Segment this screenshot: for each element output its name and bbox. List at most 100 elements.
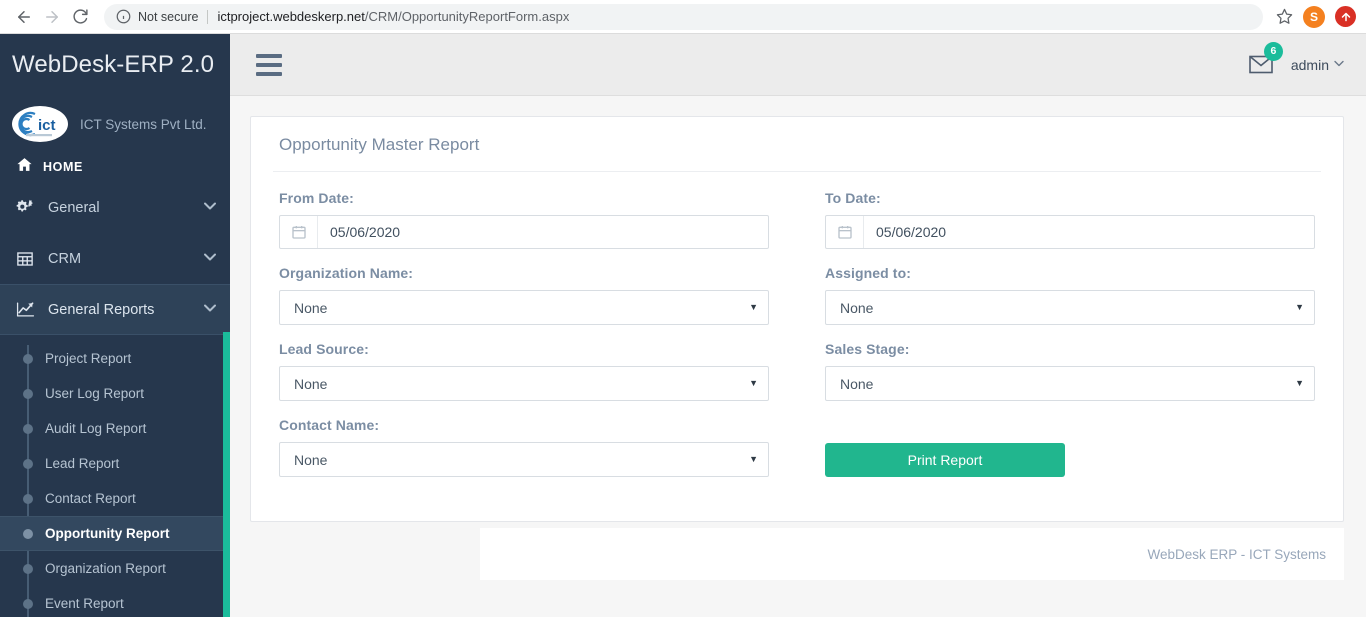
sidebar-submenu: Project Report User Log Report Audit Log… — [0, 335, 230, 617]
topbar-right-group: 6 admin — [1249, 41, 1344, 79]
sidebar-item-general[interactable]: General — [0, 182, 230, 233]
print-report-button[interactable]: Print Report — [825, 443, 1065, 477]
bullet-icon — [23, 423, 33, 434]
to-date-input[interactable] — [864, 216, 1314, 248]
sidebar-item-user-log-report[interactable]: User Log Report — [0, 376, 230, 411]
from-date-input[interactable] — [318, 216, 768, 248]
sidebar-item-contact-report[interactable]: Contact Report — [0, 481, 230, 516]
sales-stage-value: None — [840, 375, 874, 392]
user-menu[interactable]: admin — [1291, 57, 1344, 73]
submenu-label: Audit Log Report — [45, 421, 147, 436]
assigned-to-select[interactable]: None ▼ — [825, 290, 1315, 325]
sidebar-home-label: HOME — [43, 160, 83, 174]
messages-button[interactable]: 6 — [1249, 41, 1283, 79]
chevron-down-icon — [1334, 59, 1344, 70]
bullet-icon — [23, 528, 33, 539]
upload-arrow-icon[interactable] — [1335, 6, 1356, 27]
assigned-to-label: Assigned to: — [825, 265, 911, 281]
footer-text: WebDesk ERP - ICT Systems — [1147, 546, 1326, 562]
browser-toolbar: Not secure ictproject.webdeskerp.net/CRM… — [0, 0, 1366, 34]
organization-name-label: Organization Name: — [279, 265, 414, 281]
topbar: 6 admin — [230, 34, 1366, 96]
chevron-down-icon — [204, 253, 216, 264]
field-to-date: To Date: — [797, 190, 1315, 249]
sidebar-item-opportunity-report[interactable]: Opportunity Report — [0, 516, 230, 551]
company-block: ict ICT Systems Pvt Ltd. — [0, 96, 230, 152]
contact-name-select[interactable]: None ▼ — [279, 442, 769, 477]
bullet-icon — [23, 563, 33, 574]
svg-text:ict: ict — [38, 117, 56, 134]
line-chart-icon — [16, 300, 38, 319]
back-icon[interactable] — [10, 3, 38, 31]
hamburger-icon[interactable] — [256, 53, 282, 76]
report-filter-form: From Date: To Date: — [251, 172, 1343, 493]
submenu-label: Event Report — [45, 596, 124, 611]
field-assigned-to: Assigned to: None ▼ — [797, 265, 1315, 325]
calendar-icon[interactable] — [826, 216, 864, 248]
sidebar-item-lead-report[interactable]: Lead Report — [0, 446, 230, 481]
sidebar-general-label: General — [48, 199, 100, 216]
url-path: /CRM/OpportunityReportForm.aspx — [364, 9, 570, 24]
submenu-label: Contact Report — [45, 491, 136, 506]
sidebar-item-event-report[interactable]: Event Report — [0, 586, 230, 617]
calendar-icon[interactable] — [280, 216, 318, 248]
messages-count-badge: 6 — [1263, 41, 1283, 61]
application-window: WebDesk-ERP 2.0 ict ICT Systems Pvt Ltd. — [0, 34, 1366, 617]
table-grid-icon — [16, 250, 38, 268]
chevron-down-icon: ▼ — [1295, 302, 1304, 312]
sidebar-item-organization-report[interactable]: Organization Report — [0, 551, 230, 586]
brand-title: WebDesk-ERP 2.0 — [12, 51, 215, 78]
sidebar-accent-rail — [223, 332, 230, 617]
bullet-icon — [23, 353, 33, 364]
chevron-down-icon — [204, 304, 216, 315]
sales-stage-select[interactable]: None ▼ — [825, 366, 1315, 401]
contact-name-value: None — [294, 451, 328, 468]
hamburger-bar — [256, 53, 282, 58]
field-print-action: Print Report — [797, 417, 1315, 477]
lead-source-value: None — [294, 375, 328, 392]
home-icon — [16, 156, 33, 178]
contact-name-label: Contact Name: — [279, 417, 380, 433]
sidebar-item-crm[interactable]: CRM — [0, 233, 230, 284]
assigned-to-value: None — [840, 299, 874, 316]
sidebar-item-project-report[interactable]: Project Report — [0, 341, 230, 376]
profile-avatar[interactable]: S — [1303, 5, 1325, 28]
bullet-icon — [23, 493, 33, 504]
sidebar-item-audit-log-report[interactable]: Audit Log Report — [0, 411, 230, 446]
field-sales-stage: Sales Stage: None ▼ — [797, 341, 1315, 401]
sidebar-item-home[interactable]: HOME — [0, 152, 230, 182]
url-text: ictproject.webdeskerp.net/CRM/Opportunit… — [208, 9, 569, 24]
star-icon[interactable] — [1271, 4, 1297, 30]
hamburger-bar — [256, 71, 282, 76]
security-status-label: Not secure — [138, 9, 209, 24]
to-date-label: To Date: — [825, 190, 881, 206]
to-date-input-group[interactable] — [825, 215, 1315, 249]
organization-name-value: None — [294, 299, 328, 316]
submenu-label: Organization Report — [45, 561, 166, 576]
field-organization-name: Organization Name: None ▼ — [279, 265, 797, 325]
field-from-date: From Date: — [279, 190, 797, 249]
from-date-input-group[interactable] — [279, 215, 769, 249]
chevron-down-icon: ▼ — [749, 454, 758, 464]
forward-icon[interactable] — [38, 3, 66, 31]
sidebar: WebDesk-ERP 2.0 ict ICT Systems Pvt Ltd. — [0, 34, 230, 617]
lead-source-select[interactable]: None ▼ — [279, 366, 769, 401]
sales-stage-label: Sales Stage: — [825, 341, 910, 357]
field-lead-source: Lead Source: None ▼ — [279, 341, 797, 401]
bullet-icon — [23, 388, 33, 399]
url-host: ictproject.webdeskerp.net — [217, 9, 365, 24]
brand-header[interactable]: WebDesk-ERP 2.0 — [0, 34, 230, 96]
submenu-label: Project Report — [45, 351, 132, 366]
sidebar-item-general-reports[interactable]: General Reports — [0, 284, 230, 335]
gears-icon — [16, 198, 38, 217]
bullet-icon — [23, 458, 33, 469]
page-title: Opportunity Master Report — [273, 117, 1321, 172]
user-menu-label: admin — [1290, 56, 1329, 73]
address-bar[interactable]: Not secure ictproject.webdeskerp.net/CRM… — [104, 3, 1263, 30]
organization-name-select[interactable]: None ▼ — [279, 290, 769, 325]
chevron-down-icon: ▼ — [749, 378, 758, 388]
sidebar-general-reports-label: General Reports — [48, 301, 155, 318]
reload-icon[interactable] — [66, 3, 94, 31]
submenu-label: User Log Report — [45, 386, 145, 401]
footer: WebDesk ERP - ICT Systems — [480, 528, 1344, 580]
